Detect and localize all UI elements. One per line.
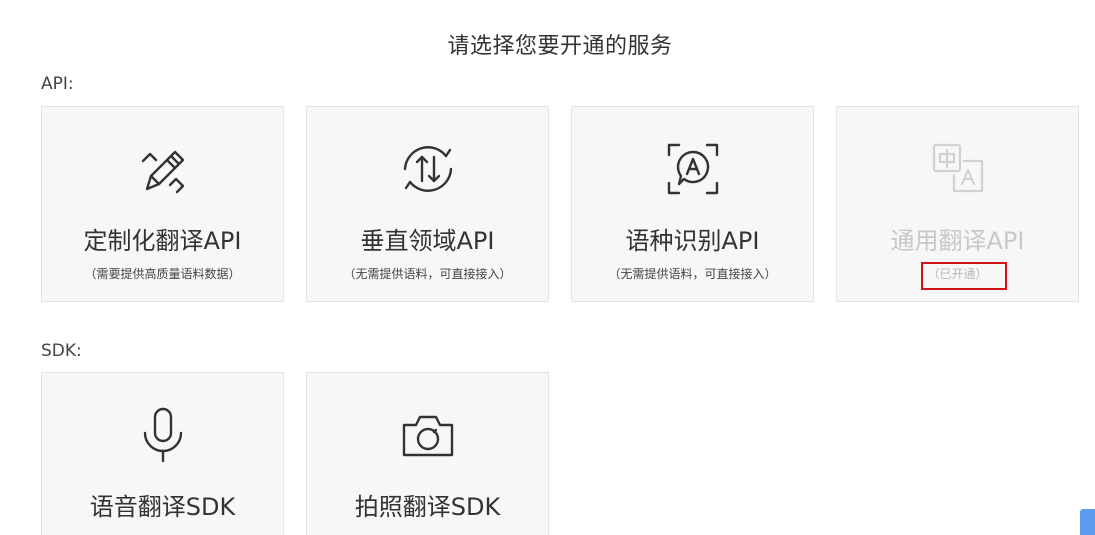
api-section-label: API:: [41, 74, 74, 94]
card-title: 拍照翻译SDK: [354, 493, 501, 521]
card-title: 语音翻译SDK: [89, 493, 236, 521]
translate-icon: [928, 139, 988, 199]
card-description: （需要提供高质量语料数据）: [84, 267, 241, 281]
speech-translation-sdk-card[interactable]: 语音翻译SDK: [41, 372, 284, 535]
card-title: 语种识别API: [625, 227, 760, 255]
card-title: 通用翻译API: [890, 227, 1025, 255]
pencil-edit-icon: [133, 139, 193, 199]
photo-translation-sdk-card[interactable]: 拍照翻译SDK: [306, 372, 549, 535]
general-translation-api-card: 通用翻译API （已开通）: [836, 106, 1079, 302]
microphone-icon: [133, 405, 193, 465]
card-description: （无需提供语料，可直接接入）: [608, 267, 777, 281]
camera-icon: [398, 405, 458, 465]
highlight-box: [921, 262, 1007, 290]
vertical-domain-api-card[interactable]: 垂直领域API （无需提供语料，可直接接入）: [306, 106, 549, 302]
card-title: 定制化翻译API: [83, 227, 242, 255]
card-title: 垂直领域API: [360, 227, 495, 255]
language-detection-api-card[interactable]: 语种识别API （无需提供语料，可直接接入）: [571, 106, 814, 302]
card-description: （无需提供语料，可直接接入）: [343, 267, 512, 281]
sdk-section-label: SDK:: [41, 341, 82, 361]
circular-arrows-icon: [398, 139, 458, 199]
service-selection-page: 请选择您要开通的服务 API: 定制化翻译API （需要提供高质量语料数据） 垂…: [0, 0, 1095, 535]
custom-translation-api-card[interactable]: 定制化翻译API （需要提供高质量语料数据）: [41, 106, 284, 302]
page-title: 请选择您要开通的服务: [447, 34, 673, 59]
floating-side-button[interactable]: [1080, 509, 1095, 535]
language-detect-icon: [663, 139, 723, 199]
